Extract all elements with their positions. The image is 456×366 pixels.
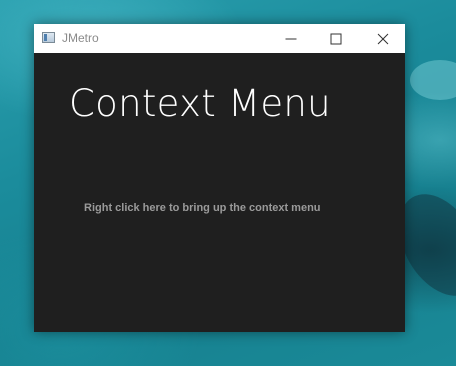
- title-bar[interactable]: JMetro: [34, 24, 405, 53]
- context-menu-target-area[interactable]: Right click here to bring up the context…: [34, 192, 405, 228]
- page-heading: Context Menu: [69, 82, 331, 125]
- close-icon: [377, 33, 388, 44]
- close-button[interactable]: [360, 24, 405, 53]
- context-menu-hint-label: Right click here to bring up the context…: [84, 202, 321, 214]
- window-title: JMetro: [62, 31, 99, 45]
- wallpaper-water-highlight: [410, 60, 456, 100]
- app-window: JMetro Context Menu Right click here to …: [34, 24, 405, 332]
- maximize-icon: [330, 33, 341, 44]
- minimize-button[interactable]: [268, 24, 313, 53]
- minimize-icon: [285, 38, 296, 39]
- app-window-icon[interactable]: [42, 32, 55, 43]
- maximize-button[interactable]: [313, 24, 358, 53]
